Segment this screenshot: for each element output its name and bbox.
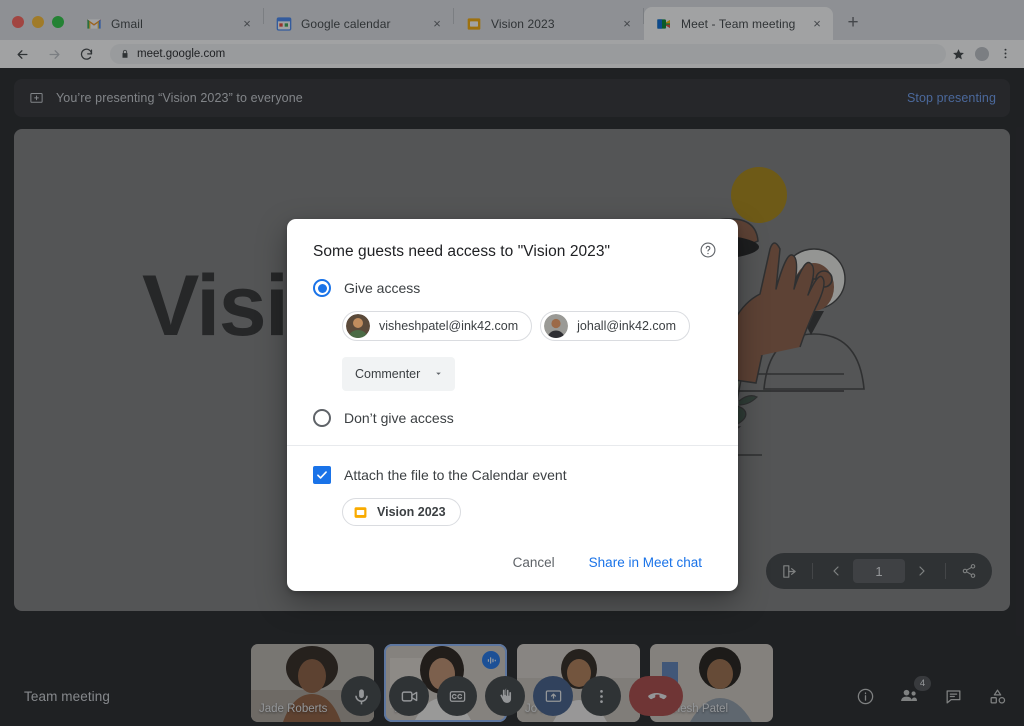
google-slides-icon [353,505,368,520]
radio-option-give-access[interactable]: Give access [313,279,712,297]
guest-access-dialog: Some guests need access to "Vision 2023"… [287,219,738,591]
checkbox-label: Attach the file to the Calendar event [344,467,567,483]
divider [287,445,738,446]
checkbox-checked[interactable] [313,466,331,484]
attach-to-calendar-row[interactable]: Attach the file to the Calendar event [313,466,712,484]
radio-button-selected[interactable] [313,279,331,297]
help-circle-icon[interactable] [698,240,718,260]
share-in-meet-chat-button[interactable]: Share in Meet chat [579,548,712,577]
attached-file-name: Vision 2023 [377,505,446,519]
role-select[interactable]: Commenter [342,357,455,391]
avatar [544,314,568,338]
dialog-title: Some guests need access to "Vision 2023" [313,243,712,261]
avatar [346,314,370,338]
browser-window: Gmail × Google calendar × [0,0,1024,726]
radio-label: Don’t give access [344,410,454,426]
role-select-value: Commenter [355,367,420,381]
radio-option-dont-give-access[interactable]: Don’t give access [313,409,712,427]
guest-email: johall@ink42.com [577,319,676,333]
guest-chip-visheshpatel[interactable]: visheshpatel@ink42.com [342,311,532,341]
attached-file-chip[interactable]: Vision 2023 [342,498,461,526]
cancel-button[interactable]: Cancel [501,548,567,577]
dialog-actions: Cancel Share in Meet chat [313,548,712,577]
guest-chip-list: visheshpatel@ink42.com johall@ink42.com [342,311,712,341]
chevron-down-icon [433,368,444,381]
guest-email: visheshpatel@ink42.com [379,319,518,333]
radio-button-unselected[interactable] [313,409,331,427]
guest-chip-johall[interactable]: johall@ink42.com [540,311,690,341]
radio-label: Give access [344,280,420,296]
